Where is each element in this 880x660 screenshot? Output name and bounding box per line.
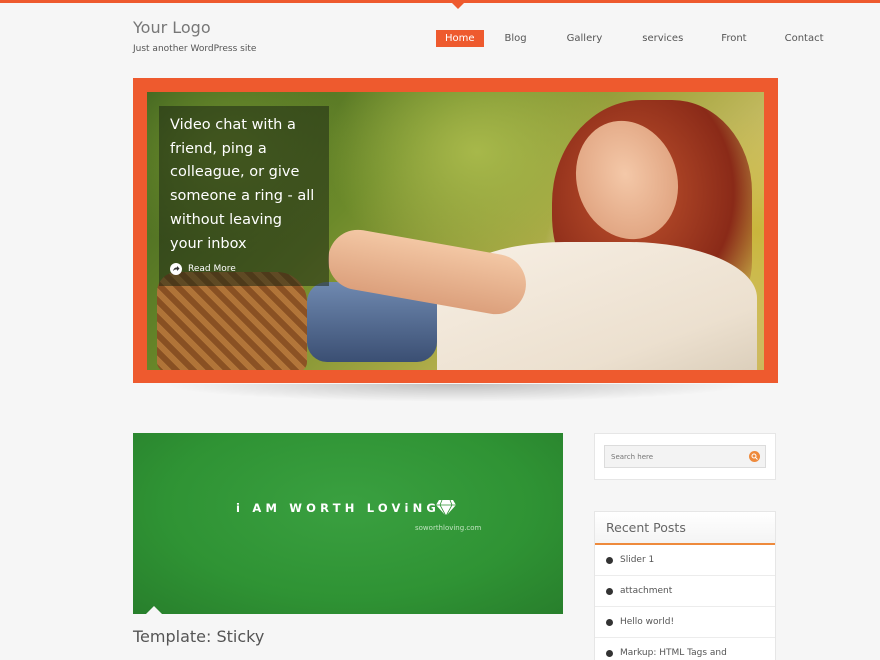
post-image-subtitle: soworthloving.com	[415, 524, 482, 532]
bullet-icon	[606, 556, 613, 564]
post-title[interactable]: Template: Sticky	[133, 627, 264, 646]
nav-item-contact[interactable]: Contact	[776, 30, 833, 47]
read-more-link[interactable]: Read More	[170, 263, 236, 275]
recent-post-item[interactable]: Markup: HTML Tags and	[595, 638, 775, 660]
recent-post-label: Markup: HTML Tags and	[620, 648, 727, 658]
recent-post-item[interactable]: attachment	[595, 576, 775, 607]
recent-post-item[interactable]: Slider 1	[595, 545, 775, 576]
post-image-title: i AM WORTH LOViNG	[236, 501, 441, 515]
slider-caption-text: Video chat with a friend, ping a colleag…	[170, 117, 315, 252]
nav-item-gallery[interactable]: Gallery	[558, 30, 612, 47]
search-input[interactable]	[604, 445, 766, 468]
recent-posts-widget: Recent Posts Slider 1 attachment Hello w…	[594, 511, 776, 660]
recent-posts-title: Recent Posts	[595, 512, 775, 545]
nav-item-blog[interactable]: Blog	[496, 30, 536, 47]
search-icon[interactable]	[749, 451, 760, 462]
main-nav: Home Blog Gallery services Front Contact	[436, 30, 833, 47]
search-widget	[594, 433, 776, 480]
slider-caption: Video chat with a friend, ping a colleag…	[159, 106, 329, 286]
site-tagline: Just another WordPress site	[133, 44, 257, 54]
bullet-icon	[606, 618, 613, 626]
recent-post-item[interactable]: Hello world!	[595, 607, 775, 638]
recent-post-label: Hello world!	[620, 617, 675, 627]
post-pointer	[146, 606, 162, 614]
nav-item-front[interactable]: Front	[712, 30, 755, 47]
recent-post-label: attachment	[620, 586, 673, 596]
diamond-icon	[436, 499, 456, 517]
bullet-icon	[606, 649, 613, 657]
post-featured-image[interactable]	[133, 433, 563, 614]
active-nav-pointer	[451, 2, 465, 9]
photo-bag	[157, 272, 307, 370]
slider-shadow	[160, 384, 750, 402]
nav-item-home[interactable]: Home	[436, 30, 484, 47]
top-accent-bar	[0, 0, 880, 3]
bullet-icon	[606, 587, 613, 595]
read-more-label: Read More	[188, 264, 236, 274]
nav-item-services[interactable]: services	[633, 30, 692, 47]
recent-post-label: Slider 1	[620, 555, 655, 565]
site-logo[interactable]: Your Logo	[133, 18, 211, 37]
arrow-circle-icon	[170, 263, 182, 275]
